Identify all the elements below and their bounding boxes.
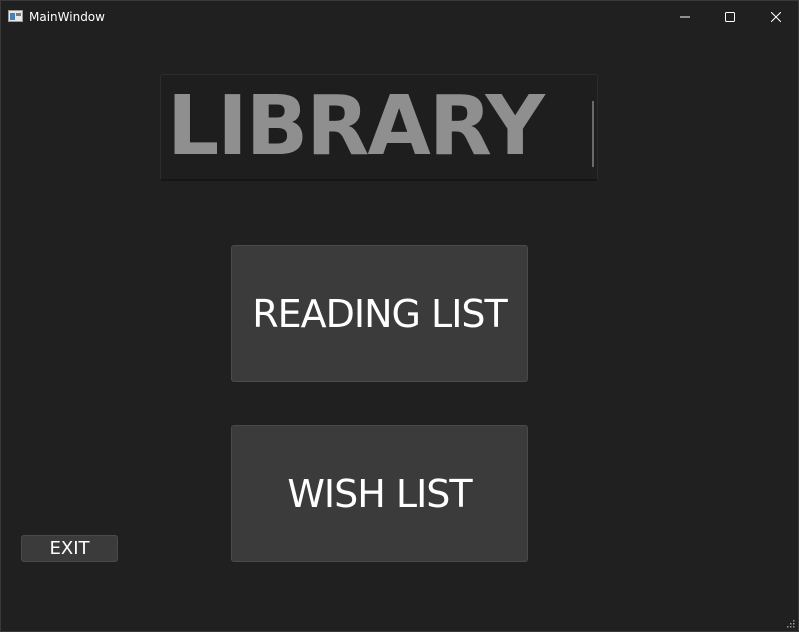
text-caret bbox=[592, 101, 594, 167]
main-window: MainWindow LIBRARY READING LIST WISH LIS… bbox=[0, 0, 799, 632]
minimize-icon bbox=[680, 16, 690, 18]
wish-list-button[interactable]: WISH LIST bbox=[231, 425, 528, 562]
close-icon bbox=[771, 12, 781, 22]
exit-button[interactable]: EXIT bbox=[21, 535, 118, 562]
close-button[interactable] bbox=[753, 1, 798, 33]
minimize-button[interactable] bbox=[662, 1, 708, 33]
window-title: MainWindow bbox=[29, 10, 105, 24]
library-title-field[interactable]: LIBRARY bbox=[160, 74, 598, 181]
library-title-text: LIBRARY bbox=[167, 79, 545, 174]
resize-grip-icon[interactable] bbox=[785, 618, 795, 628]
title-bar[interactable]: MainWindow bbox=[1, 1, 798, 33]
reading-list-button[interactable]: READING LIST bbox=[231, 245, 528, 382]
maximize-icon bbox=[725, 12, 735, 22]
app-icon bbox=[8, 10, 23, 22]
maximize-button[interactable] bbox=[707, 1, 753, 33]
